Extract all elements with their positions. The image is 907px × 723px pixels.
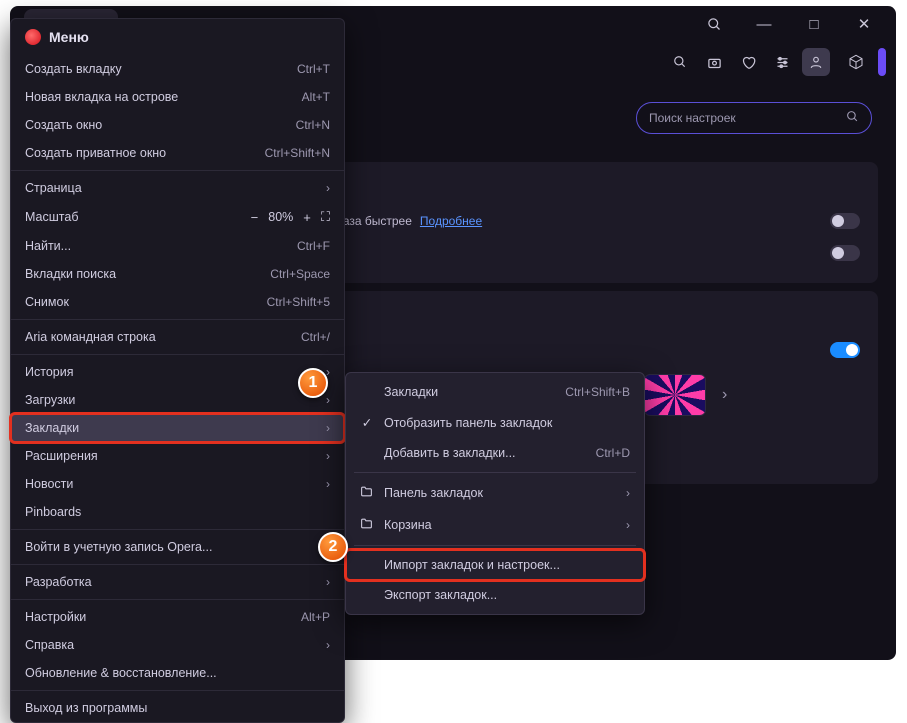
menu-aria[interactable]: Aria командная строкаCtrl+/ xyxy=(11,323,344,351)
menu-news[interactable]: Новости› xyxy=(11,470,344,498)
menu-find[interactable]: Найти...Ctrl+F xyxy=(11,232,344,260)
submenu-separator xyxy=(354,545,636,546)
chevron-right-icon: › xyxy=(326,421,330,435)
sub-trash[interactable]: Корзина › xyxy=(346,509,644,541)
sub-export-bookmarks[interactable]: Экспорт закладок... xyxy=(346,580,644,610)
bg-toggle[interactable] xyxy=(830,342,860,358)
menu-separator xyxy=(11,564,344,565)
menu-new-island-tab[interactable]: Новая вкладка на островеAlt+T xyxy=(11,83,344,111)
fullscreen-icon[interactable]: ⛶ xyxy=(321,209,330,225)
bookmarks-submenu: Закладки Ctrl+Shift+B ✓ Отобразить панел… xyxy=(345,372,645,615)
menu-separator xyxy=(11,170,344,171)
search-page-icon[interactable] xyxy=(666,48,694,76)
menu-history[interactable]: История› xyxy=(11,358,344,386)
menu-search-tabs[interactable]: Вкладки поискаCtrl+Space xyxy=(11,260,344,288)
zoom-controls: − 80% + ⛶ xyxy=(251,209,330,225)
sub-bookmarks[interactable]: Закладки Ctrl+Shift+B xyxy=(346,377,644,407)
folder-icon xyxy=(360,485,374,501)
main-menu: Меню Создать вкладкуCtrl+T Новая вкладка… xyxy=(10,18,345,723)
search-settings-input[interactable]: Поиск настроек xyxy=(636,102,872,134)
menu-developer[interactable]: Разработка› xyxy=(11,568,344,596)
menu-help[interactable]: Справка› xyxy=(11,631,344,659)
menu-new-private-window[interactable]: Создать приватное окноCtrl+Shift+N xyxy=(11,139,344,167)
menu-new-window[interactable]: Создать окноCtrl+N xyxy=(11,111,344,139)
title-actions: — □ ✕ xyxy=(696,9,890,39)
zoom-value: 80% xyxy=(268,210,293,224)
search-icon xyxy=(846,110,859,126)
zoom-out-button[interactable]: − xyxy=(251,210,259,225)
check-icon: ✓ xyxy=(360,415,374,430)
menu-separator xyxy=(11,599,344,600)
minimize-button[interactable]: — xyxy=(746,9,782,39)
opera-logo-icon xyxy=(25,29,41,45)
zoom-in-button[interactable]: + xyxy=(303,210,311,225)
snapshot-icon[interactable] xyxy=(700,48,728,76)
menu-page[interactable]: Страница› xyxy=(11,174,344,202)
menu-separator xyxy=(11,690,344,691)
menu-update-restore[interactable]: Обновление & восстановление... xyxy=(11,659,344,687)
menu-title: Меню xyxy=(49,29,89,45)
menu-pinboards[interactable]: Pinboards xyxy=(11,498,344,526)
chevron-right-icon: › xyxy=(326,638,330,652)
menu-login-opera[interactable]: Войти в учетную запись Opera... xyxy=(11,533,344,561)
menu-new-tab[interactable]: Создать вкладкуCtrl+T xyxy=(11,55,344,83)
sub-show-bar[interactable]: ✓ Отобразить панель закладок xyxy=(346,407,644,438)
tracker-toggle[interactable] xyxy=(830,245,860,261)
menu-downloads[interactable]: Загрузки› xyxy=(11,386,344,414)
learn-more-link[interactable]: Подробнее xyxy=(420,214,482,228)
chevron-right-icon: › xyxy=(326,181,330,195)
annotation-badge-2: 2 xyxy=(318,532,348,562)
sidebar-accent[interactable] xyxy=(878,48,886,76)
search-settings-placeholder: Поиск настроек xyxy=(649,111,736,125)
search-icon[interactable] xyxy=(696,9,732,39)
menu-exit[interactable]: Выход из программы xyxy=(11,694,344,722)
chevron-right-icon: › xyxy=(326,449,330,463)
menu-bookmarks[interactable]: Закладки› xyxy=(11,414,344,442)
maximize-button[interactable]: □ xyxy=(796,9,832,39)
close-button[interactable]: ✕ xyxy=(846,9,882,39)
heart-icon[interactable] xyxy=(734,48,762,76)
menu-snapshot[interactable]: СнимокCtrl+Shift+5 xyxy=(11,288,344,316)
chevron-right-icon: › xyxy=(326,393,330,407)
folder-icon xyxy=(360,517,374,533)
chevron-right-icon: › xyxy=(626,518,630,532)
bg-thumb-5[interactable] xyxy=(644,374,706,416)
easy-setup-icon[interactable] xyxy=(768,48,796,76)
sub-import-bookmarks[interactable]: Импорт закладок и настроек... xyxy=(346,550,644,580)
menu-extensions[interactable]: Расширения› xyxy=(11,442,344,470)
menu-separator xyxy=(11,319,344,320)
bg-next-icon[interactable]: › xyxy=(716,386,733,404)
menu-settings[interactable]: НастройкиAlt+P xyxy=(11,603,344,631)
submenu-separator xyxy=(354,472,636,473)
chevron-right-icon: › xyxy=(626,486,630,500)
chevron-right-icon: › xyxy=(326,477,330,491)
adblock-toggle[interactable] xyxy=(830,213,860,229)
sub-add-bookmark[interactable]: Добавить в закладки... Ctrl+D xyxy=(346,438,644,468)
extensions-cube-icon[interactable] xyxy=(842,48,870,76)
menu-zoom[interactable]: Масштаб − 80% + ⛶ xyxy=(11,202,344,232)
annotation-badge-1: 1 xyxy=(298,368,328,398)
menu-separator xyxy=(11,354,344,355)
menu-list: Создать вкладкуCtrl+T Новая вкладка на о… xyxy=(11,55,344,722)
menu-header: Меню xyxy=(11,19,344,55)
menu-separator xyxy=(11,529,344,530)
chevron-right-icon: › xyxy=(326,575,330,589)
user-icon[interactable] xyxy=(802,48,830,76)
sub-bookmarks-bar[interactable]: Панель закладок › xyxy=(346,477,644,509)
